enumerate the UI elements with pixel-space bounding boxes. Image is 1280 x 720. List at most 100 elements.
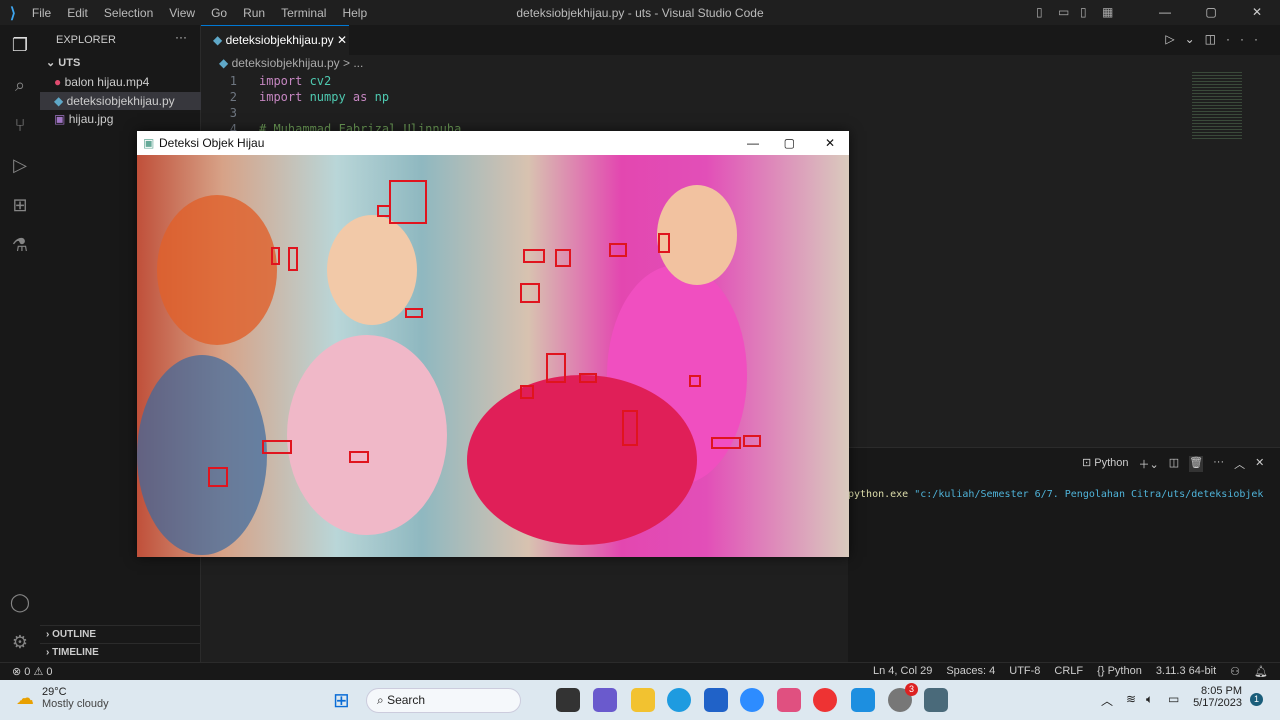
- detection-box: [520, 283, 540, 303]
- weather-icon: ☁: [16, 688, 34, 708]
- breadcrumb[interactable]: ◆ deteksiobjekhijau.py > ...: [219, 56, 363, 70]
- task-view-icon[interactable]: [556, 688, 580, 712]
- split-editor-icon[interactable]: ◫: [1205, 32, 1226, 46]
- folder-label: UTS: [58, 57, 81, 69]
- run-icon[interactable]: ▷⌄: [1165, 32, 1204, 46]
- menu-run[interactable]: Run: [235, 6, 273, 20]
- detection-box: [389, 180, 427, 224]
- kill-terminal-icon[interactable]: 🗑: [1189, 456, 1204, 472]
- explorer-icon[interactable]: ❐: [8, 33, 32, 57]
- outline-section[interactable]: › OUTLINE: [40, 625, 201, 643]
- menu-selection[interactable]: Selection: [96, 6, 161, 20]
- menu-edit[interactable]: Edit: [59, 6, 96, 20]
- timeline-section[interactable]: › TIMELINE: [40, 643, 201, 661]
- extensions-icon[interactable]: ⊞: [8, 193, 32, 217]
- detection-box: [658, 233, 670, 253]
- detection-box: [349, 451, 369, 463]
- terminal-panel[interactable]: ⊡ Python ＋⌄ ◫ 🗑 ··· ︿ ✕ python.exe "c:/k…: [848, 447, 1280, 662]
- split-terminal-icon[interactable]: ◫: [1169, 456, 1179, 472]
- problems-indicator[interactable]: ⊗ 0 ⚠ 0: [12, 665, 53, 678]
- notifications-bell-icon[interactable]: 🔔︎: [1254, 665, 1268, 678]
- close-button[interactable]: ✕: [825, 131, 835, 155]
- more-icon[interactable]: ···: [1213, 456, 1224, 472]
- code-token: as: [345, 90, 375, 104]
- zoom-icon[interactable]: [740, 688, 764, 712]
- minimize-button[interactable]: —: [747, 131, 759, 155]
- python-window-icon[interactable]: [924, 688, 948, 712]
- run-debug-icon[interactable]: ▷: [8, 153, 32, 177]
- code-line[interactable]: import cv2: [259, 73, 331, 89]
- file-item[interactable]: ▣ hijau.jpg: [40, 110, 201, 128]
- timeline-label: TIMELINE: [52, 647, 99, 658]
- maximize-panel-icon[interactable]: ︿: [1234, 456, 1245, 472]
- time: 8:05 PM: [1201, 685, 1242, 697]
- menu-file[interactable]: File: [24, 6, 59, 20]
- menu-go[interactable]: Go: [203, 6, 235, 20]
- toggle-panel-icon[interactable]: ▭: [1058, 5, 1080, 19]
- battery-icon[interactable]: ▭: [1168, 692, 1179, 706]
- source-control-icon[interactable]: ⑂: [8, 113, 32, 137]
- weather-widget[interactable]: 29°C Mostly cloudy: [42, 686, 109, 710]
- show-hidden-icons[interactable]: ︿: [1101, 692, 1113, 709]
- code-line[interactable]: import numpy as np: [259, 89, 389, 105]
- minimize-button[interactable]: —: [1142, 5, 1188, 19]
- terminal-profile[interactable]: ⊡ Python: [1082, 456, 1129, 472]
- search-icon[interactable]: ⌕: [8, 73, 32, 97]
- menu-view[interactable]: View: [161, 6, 203, 20]
- settings-gear-icon[interactable]: ⚙: [8, 630, 32, 654]
- maximize-button[interactable]: ▢: [1188, 5, 1234, 19]
- start-icon[interactable]: ⊞: [333, 688, 350, 713]
- feedback-icon[interactable]: ⚇: [1230, 665, 1240, 678]
- taskbar-search[interactable]: ⌕ Search: [366, 688, 521, 713]
- toggle-sidebar-icon[interactable]: ▯: [1036, 5, 1058, 19]
- file-explorer-icon[interactable]: [631, 688, 655, 712]
- encoding[interactable]: UTF-8: [1009, 665, 1040, 678]
- more-actions-icon[interactable]: ···: [175, 30, 187, 44]
- menu-terminal[interactable]: Terminal: [273, 6, 334, 20]
- indentation[interactable]: Spaces: 4: [946, 665, 995, 678]
- detection-box: [689, 375, 701, 387]
- edge-icon[interactable]: [667, 688, 691, 712]
- folder-uts[interactable]: ⌄ UTS: [40, 54, 201, 72]
- file-item[interactable]: ● balon hijau.mp4: [40, 73, 201, 91]
- activity-bar: ❐ ⌕ ⑂ ▷ ⊞ ⚗ ◯ ⚙: [0, 25, 40, 662]
- close-panel-icon[interactable]: ✕: [1255, 456, 1264, 472]
- editor-actions: ▷⌄◫···: [1165, 32, 1268, 46]
- close-button[interactable]: ✕: [1234, 5, 1280, 19]
- more-icon[interactable]: ···: [1226, 32, 1268, 46]
- terminal-profile-label: Python: [1094, 457, 1129, 469]
- account-icon[interactable]: ◯: [8, 590, 32, 614]
- teams-icon[interactable]: [593, 688, 617, 712]
- snipping-tool-icon[interactable]: [777, 688, 801, 712]
- detection-window-titlebar[interactable]: ▣ Deteksi Objek Hijau — ▢ ✕: [137, 131, 849, 155]
- file-item[interactable]: ◆ deteksiobjekhijau.py: [40, 92, 201, 110]
- layout-icon[interactable]: ▦: [1102, 5, 1142, 19]
- testing-icon[interactable]: ⚗: [8, 233, 32, 257]
- title-bar: ⟩ File Edit Selection View Go Run Terminal Help…: [0, 0, 1280, 25]
- python-interpreter[interactable]: 3.11.3 64-bit: [1156, 665, 1216, 678]
- cursor-position[interactable]: Ln 4, Col 29: [873, 665, 932, 678]
- wifi-icon[interactable]: ≋: [1126, 692, 1136, 706]
- detection-box: [743, 435, 761, 447]
- detection-box: [711, 437, 741, 449]
- tab-deteksiobjekhijau[interactable]: ◆ deteksiobjekhijau.py ✕: [201, 25, 349, 55]
- whatsapp-icon[interactable]: 3: [888, 683, 918, 712]
- clock[interactable]: 8:05 PM 5/17/2023: [1190, 685, 1242, 709]
- store-icon[interactable]: [704, 688, 728, 712]
- search-label: Search: [387, 693, 426, 707]
- detection-box: [405, 308, 423, 318]
- toggle-secondary-icon[interactable]: ▯: [1080, 5, 1102, 19]
- menu-help[interactable]: Help: [334, 6, 375, 20]
- chrome-icon[interactable]: [813, 688, 837, 712]
- volume-icon[interactable]: 🔈︎: [1146, 692, 1153, 707]
- new-terminal-icon[interactable]: ＋⌄: [1139, 456, 1159, 472]
- detection-window[interactable]: ▣ Deteksi Objek Hijau — ▢ ✕: [137, 131, 849, 557]
- line-ending[interactable]: CRLF: [1054, 665, 1083, 678]
- language-mode[interactable]: {} Python: [1097, 665, 1142, 678]
- minimap[interactable]: [1192, 70, 1242, 140]
- vscode-taskbar-icon[interactable]: [851, 688, 875, 712]
- notification-badge[interactable]: 1: [1250, 693, 1263, 706]
- maximize-button[interactable]: ▢: [784, 131, 795, 155]
- close-tab-icon[interactable]: ✕: [337, 33, 347, 47]
- code-token: cv2: [309, 74, 332, 88]
